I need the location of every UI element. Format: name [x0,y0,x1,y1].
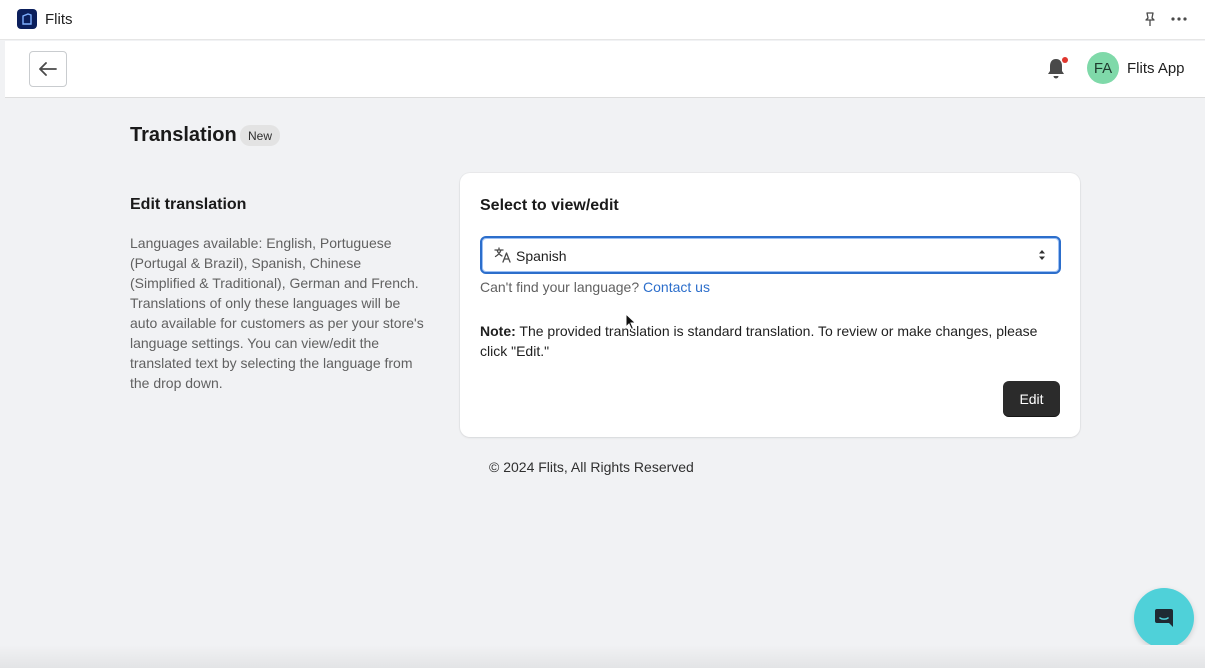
note-body: The provided translation is standard tra… [480,323,1038,359]
edit-button[interactable]: Edit [1003,381,1060,417]
pin-icon[interactable] [1142,11,1158,27]
language-select[interactable]: Spanish [480,236,1061,274]
status-badge: New [240,125,281,146]
user-name[interactable]: Flits App [1127,60,1185,77]
note-text: Note: The provided translation is standa… [480,321,1065,361]
helper-label: Can't find your language? [480,279,640,295]
translation-card: Select to view/edit Spanish Can't find y… [460,173,1080,437]
contact-us-link[interactable]: Contact us [643,279,710,295]
selected-language: Spanish [516,248,567,264]
select-arrows-icon [1037,248,1047,262]
page-title: Translation [130,124,237,146]
footer-copyright: © 2024 Flits, All Rights Reserved [489,459,694,475]
card-title: Select to view/edit [480,197,619,214]
app-logo-icon [17,9,37,29]
notifications-button[interactable] [1046,57,1068,81]
helper-text: Can't find your language? Contact us [480,279,710,295]
note-label: Note: [480,323,516,339]
more-options-icon[interactable] [1170,11,1188,27]
chat-bubble-icon [1155,609,1173,627]
chat-button[interactable] [1134,588,1194,648]
notification-dot [1062,57,1068,63]
arrow-left-icon [39,62,57,76]
app-bar: Flits [0,0,1205,40]
mouse-cursor-icon [625,313,637,331]
page-header: FA Flits App [5,41,1205,98]
translate-icon [494,247,512,263]
section-description: Languages available: English, Portuguese… [130,235,424,391]
bottom-edge [0,645,1205,668]
section-title: Edit translation [130,196,247,213]
back-button[interactable] [29,51,67,87]
app-name: Flits [45,11,73,28]
avatar[interactable]: FA [1087,52,1119,84]
